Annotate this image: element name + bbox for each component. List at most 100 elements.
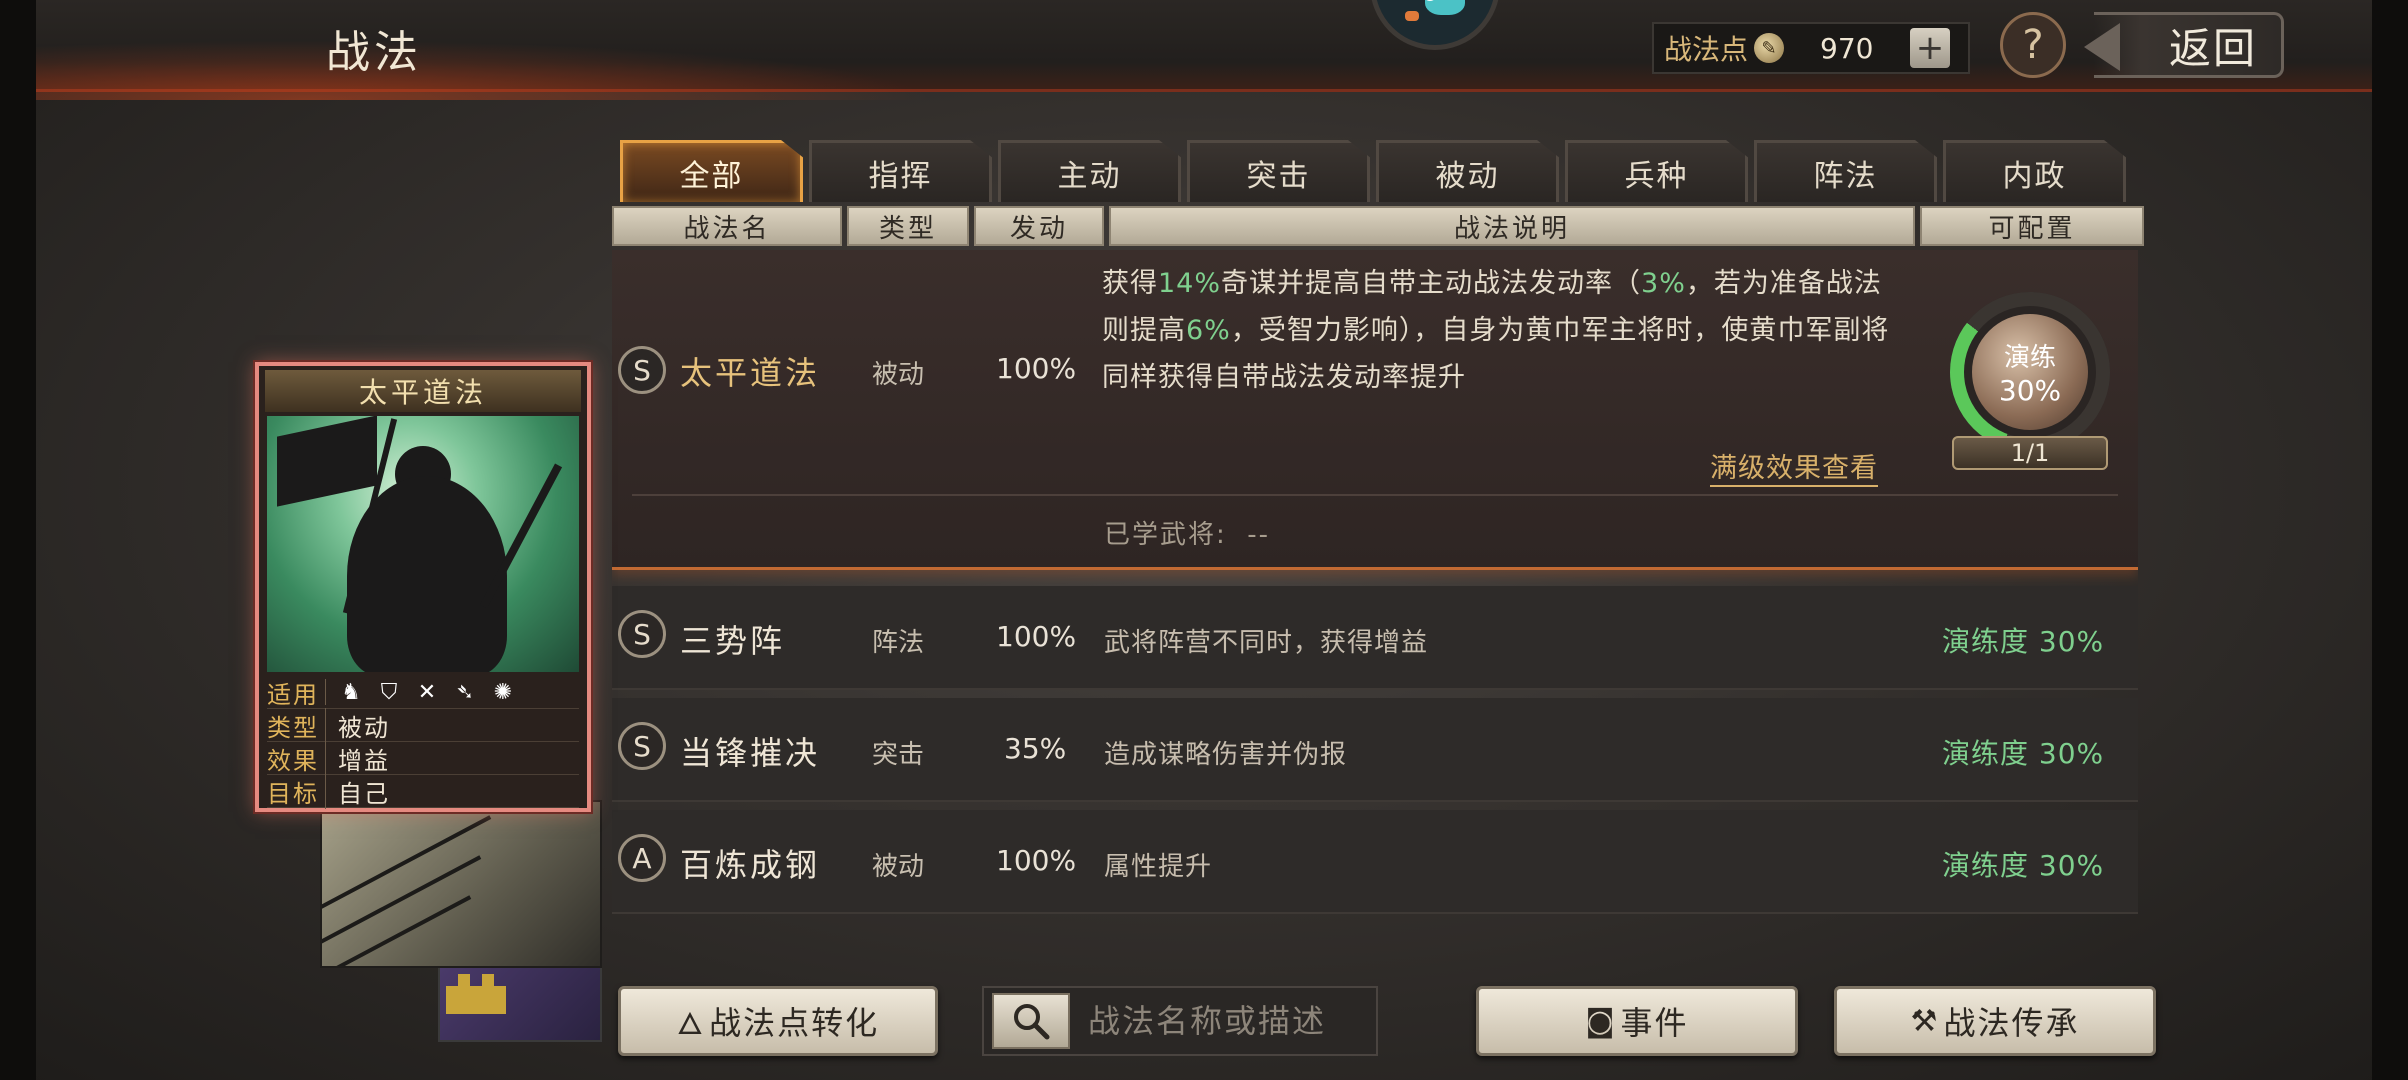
- learned-value: --: [1247, 520, 1271, 550]
- practice-label: 演练: [2003, 343, 2056, 373]
- tactic-type: 被动: [872, 360, 925, 390]
- search-button[interactable]: [992, 993, 1070, 1049]
- card-info: 适用 ♞ ⛉ ✕ ➴ ✺ 类型 被动 效果 增益 目标 自己: [267, 676, 579, 809]
- tactic-row[interactable]: S 当锋摧决 突击 35% 造成谋略伤害并伪报 演练度 30%: [612, 698, 2138, 802]
- practice-ball: 演练 30%: [1972, 314, 2088, 430]
- tactic-row-selected[interactable]: S 太平道法 被动 100% 获得14%奇谋并提高自带主动战法发动率（3%，若为…: [612, 250, 2138, 570]
- card-title: 太平道法: [265, 370, 581, 412]
- convert-points-button[interactable]: 🜂 战法点转化: [618, 986, 938, 1056]
- tactic-description: 武将阵营不同时，获得增益: [1104, 628, 1429, 658]
- tab-command[interactable]: 指挥: [809, 140, 992, 202]
- mascot-foot: [1405, 11, 1419, 21]
- tactic-row[interactable]: S 三势阵 阵法 100% 武将阵营不同时，获得增益 演练度 30%: [612, 586, 2138, 690]
- card-effect-label: 效果: [267, 746, 319, 775]
- tactic-points-label: 战法点: [1664, 33, 1749, 66]
- tactic-card-stacked-2[interactable]: [438, 966, 602, 1042]
- card-type-value: 被动: [325, 707, 390, 743]
- tactic-rate: 100%: [996, 352, 1077, 385]
- tactic-description: 获得14%奇谋并提高自带主动战法发动率（3%，若为准备战法则提高6%，受智力影响…: [1102, 260, 1902, 401]
- col-head-config[interactable]: 可配置: [1920, 206, 2144, 246]
- practice-level: 演练度 30%: [1942, 625, 2105, 658]
- desc-text: 奇谋并提高自带主动战法发动率（: [1221, 268, 1642, 299]
- troop-type-icons: ♞ ⛉ ✕ ➴ ✺: [325, 679, 516, 705]
- learned-label: 已学武将:: [1104, 520, 1227, 550]
- tab-all[interactable]: 全部: [620, 140, 803, 202]
- event-button[interactable]: ◙ 事件: [1476, 986, 1798, 1056]
- convert-points-label: 战法点转化: [709, 1004, 880, 1042]
- category-tabs: 全部 指挥 主动 突击 被动 兵种 阵法 内政: [620, 140, 2126, 202]
- grade-badge: S: [618, 346, 666, 394]
- tab-formation[interactable]: 阵法: [1754, 140, 1937, 202]
- tab-passive[interactable]: 被动: [1376, 140, 1559, 202]
- card-target-value: 自己: [325, 773, 390, 809]
- tactic-description: 造成谋略伤害并伪报: [1104, 740, 1348, 770]
- tactic-points-value: 970: [1820, 31, 1874, 65]
- mascot-body: [1425, 0, 1465, 15]
- tactic-card-stacked-1[interactable]: [320, 800, 602, 968]
- col-head-name[interactable]: 战法名: [612, 206, 842, 246]
- tactic-name: 三势阵: [680, 622, 786, 660]
- full-level-effect-link[interactable]: 满级效果查看: [1710, 446, 1878, 487]
- back-button[interactable]: 返回: [2084, 12, 2284, 78]
- shield-icon: ⛉: [380, 679, 398, 705]
- card-apply-row: 适用 ♞ ⛉ ✕ ➴ ✺: [267, 676, 579, 709]
- grade-badge: S: [618, 722, 666, 770]
- event-label: 事件: [1620, 1004, 1689, 1042]
- tab-internal[interactable]: 内政: [1943, 140, 2126, 202]
- tactic-type: 突击: [872, 740, 925, 770]
- practice-level: 演练度 30%: [1942, 737, 2105, 770]
- desc-highlight: 6%: [1186, 315, 1231, 346]
- card-type-row: 类型 被动: [267, 707, 579, 743]
- tactic-rate: 100%: [996, 620, 1077, 653]
- card-type-label: 类型: [267, 713, 319, 742]
- top-bar-glow: [36, 40, 936, 100]
- help-button[interactable]: ?: [2000, 12, 2066, 78]
- card-apply-label: 适用: [267, 680, 319, 709]
- practice-value: 30%: [1998, 374, 2062, 407]
- art-figure: [347, 476, 507, 672]
- col-head-desc: 战法说明: [1109, 206, 1915, 246]
- bow-icon: ✕: [417, 679, 437, 705]
- tactic-rate: 35%: [1004, 732, 1067, 765]
- add-points-button[interactable]: +: [1910, 28, 1951, 68]
- selected-tactic-card[interactable]: 太平道法 适用 ♞ ⛉ ✕ ➴ ✺ 类型 被动 效果 增益 目标 自己: [255, 362, 591, 812]
- art-flag: [277, 416, 377, 507]
- back-arrow-icon: [2084, 23, 2120, 71]
- card-effect-value: 增益: [325, 740, 390, 776]
- card-target-row: 目标 自己: [267, 773, 579, 809]
- tactic-point-coin-icon: ✎: [1754, 33, 1785, 63]
- hammer-icon: ⚒: [1910, 1003, 1940, 1039]
- col-head-type[interactable]: 类型: [847, 206, 969, 246]
- practice-level: 演练度 30%: [1942, 849, 2105, 882]
- spear-icon: ➴: [455, 679, 475, 705]
- inherit-tactic-button[interactable]: ⚒ 战法传承: [1834, 986, 2156, 1056]
- grade-badge: A: [618, 834, 666, 882]
- desc-highlight: 14%: [1158, 268, 1222, 299]
- tactic-type: 阵法: [872, 628, 925, 658]
- search-input[interactable]: [1088, 1002, 1368, 1040]
- tab-troop[interactable]: 兵种: [1565, 140, 1748, 202]
- col-head-rate[interactable]: 发动: [974, 206, 1104, 246]
- learned-generals: 已学武将: --: [1104, 514, 1270, 551]
- tactic-row[interactable]: A 百炼成钢 被动 100% 属性提升 演练度 30%: [612, 810, 2138, 914]
- tactic-name: 当锋摧决: [680, 734, 821, 772]
- practice-dial[interactable]: 演练 30%: [1950, 292, 2110, 452]
- tactic-points-panel: 战法点 ✎ 970 +: [1652, 22, 1970, 74]
- back-button-label: 返回: [2168, 23, 2257, 73]
- card-target-label: 目标: [267, 779, 319, 808]
- cavalry-icon: ♞: [341, 679, 361, 705]
- tactic-rate: 100%: [996, 844, 1077, 877]
- desc-text: 获得: [1102, 268, 1158, 299]
- grade-badge: S: [618, 610, 666, 658]
- tab-assault[interactable]: 突击: [1187, 140, 1370, 202]
- tactic-list[interactable]: S 太平道法 被动 100% 获得14%奇谋并提高自带主动战法发动率（3%，若为…: [612, 250, 2138, 962]
- siege-icon: ✺: [493, 679, 513, 705]
- tactic-name: 百炼成钢: [680, 846, 821, 884]
- tactic-description: 属性提升: [1104, 852, 1213, 882]
- tab-active[interactable]: 主动: [998, 140, 1181, 202]
- event-icon: ◙: [1585, 1003, 1617, 1039]
- page-title: 战法: [326, 27, 422, 78]
- card-artwork: [267, 416, 579, 672]
- search-icon: [1014, 1004, 1050, 1040]
- tactic-name: 太平道法: [680, 354, 821, 392]
